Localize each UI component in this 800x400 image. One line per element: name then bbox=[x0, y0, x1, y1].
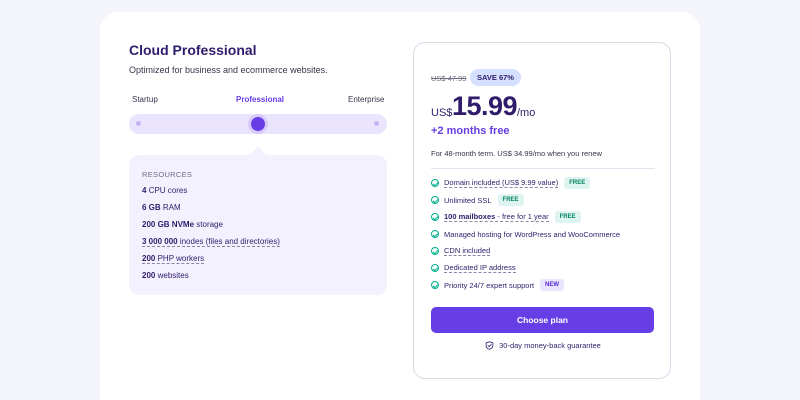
resource-php-value: 200 bbox=[142, 254, 156, 263]
check-circle-icon bbox=[431, 264, 439, 272]
resource-php[interactable]: 200 PHP workers bbox=[142, 254, 205, 264]
resource-inodes-label: inodes (files and directories) bbox=[179, 237, 280, 246]
check-circle-icon bbox=[431, 281, 439, 289]
feature-ip: Dedicated IP address bbox=[431, 261, 516, 275]
plan-title: Cloud Professional bbox=[129, 42, 257, 58]
save-badge: SAVE 67% bbox=[470, 69, 521, 86]
shield-check-icon bbox=[485, 341, 494, 350]
divider bbox=[431, 168, 655, 169]
resource-inodes[interactable]: 3 000 000 inodes (files and directories) bbox=[142, 237, 280, 247]
tier-startup[interactable]: Startup bbox=[132, 95, 158, 104]
plan-subtitle: Optimized for business and ecommerce web… bbox=[129, 65, 328, 75]
old-price: US$ 47.99 bbox=[431, 74, 467, 83]
price-amount: 15.99 bbox=[452, 91, 518, 121]
check-circle-icon bbox=[431, 213, 439, 221]
free-tag: FREE bbox=[564, 177, 591, 189]
feature-ssl: Unlimited SSL FREE bbox=[431, 193, 524, 207]
guarantee-text: 30-day money-back guarantee bbox=[499, 341, 601, 350]
feature-cdn-text[interactable]: CDN included bbox=[444, 246, 491, 256]
tier-enterprise[interactable]: Enterprise bbox=[348, 95, 384, 104]
resource-storage-value: 200 GB NVMe bbox=[142, 220, 195, 229]
new-tag: NEW bbox=[540, 279, 565, 291]
resource-websites-label: websites bbox=[157, 271, 189, 280]
feature-cdn: CDN included bbox=[431, 244, 491, 258]
resource-websites: 200 websites bbox=[142, 271, 189, 280]
price-currency: US$ bbox=[431, 107, 453, 119]
feature-support-text: Priority 24/7 expert support bbox=[444, 280, 535, 290]
resource-cpu-value: 4 bbox=[142, 186, 147, 195]
check-circle-icon bbox=[431, 196, 439, 204]
feature-support: Priority 24/7 expert support NEW bbox=[431, 278, 565, 292]
resource-cpu: 4 CPU cores bbox=[142, 186, 187, 195]
check-circle-icon bbox=[431, 179, 439, 187]
resource-storage: 200 GB NVMe storage bbox=[142, 220, 223, 229]
slider-stop-enterprise[interactable] bbox=[374, 121, 379, 126]
resource-ram: 6 GB RAM bbox=[142, 203, 181, 212]
feature-ssl-text: Unlimited SSL bbox=[444, 195, 492, 205]
feature-domain: Domain included (US$ 9.99 value) FREE bbox=[431, 176, 591, 190]
feature-mailboxes-text[interactable]: 100 mailboxes - free for 1 year bbox=[444, 212, 549, 222]
choose-plan-button[interactable]: Choose plan bbox=[431, 307, 654, 333]
feature-mailboxes-rest: - free for 1 year bbox=[495, 212, 549, 221]
resource-websites-value: 200 bbox=[142, 271, 156, 280]
pricing-card: US$ 47.99 SAVE 67% US$ 15.99 /mo +2 mont… bbox=[413, 42, 671, 379]
resource-php-label: PHP workers bbox=[157, 254, 205, 263]
check-circle-icon bbox=[431, 247, 439, 255]
price-period: /mo bbox=[517, 107, 536, 119]
resource-storage-label: storage bbox=[196, 220, 223, 229]
free-tag: FREE bbox=[497, 194, 524, 206]
feature-ip-text[interactable]: Dedicated IP address bbox=[444, 263, 516, 273]
feature-managed-text: Managed hosting for WordPress and WooCom… bbox=[444, 229, 621, 239]
feature-managed: Managed hosting for WordPress and WooCom… bbox=[431, 227, 620, 241]
bonus-months: +2 months free bbox=[431, 125, 510, 137]
free-tag: FREE bbox=[554, 211, 581, 223]
tier-slider[interactable] bbox=[129, 114, 387, 134]
resource-inodes-value: 3 000 000 bbox=[142, 237, 178, 246]
resources-heading: RESOURCES bbox=[142, 170, 193, 179]
term-note: For 48-month term. US$ 34.99/mo when you… bbox=[431, 149, 602, 158]
slider-stop-startup[interactable] bbox=[136, 121, 141, 126]
resource-ram-label: RAM bbox=[162, 203, 181, 212]
feature-domain-text[interactable]: Domain included (US$ 9.99 value) bbox=[444, 178, 559, 188]
feature-mailboxes: 100 mailboxes - free for 1 year FREE bbox=[431, 210, 581, 224]
check-circle-icon bbox=[431, 230, 439, 238]
resource-cpu-label: CPU cores bbox=[148, 186, 188, 195]
feature-mailboxes-bold: 100 mailboxes bbox=[444, 212, 496, 221]
resource-ram-value: 6 GB bbox=[142, 203, 161, 212]
guarantee: 30-day money-back guarantee bbox=[414, 341, 672, 350]
tier-professional[interactable]: Professional bbox=[236, 95, 284, 104]
slider-thumb[interactable] bbox=[251, 117, 265, 131]
resources-panel: RESOURCES 4 CPU cores 6 GB RAM 200 GB NV… bbox=[129, 146, 387, 295]
